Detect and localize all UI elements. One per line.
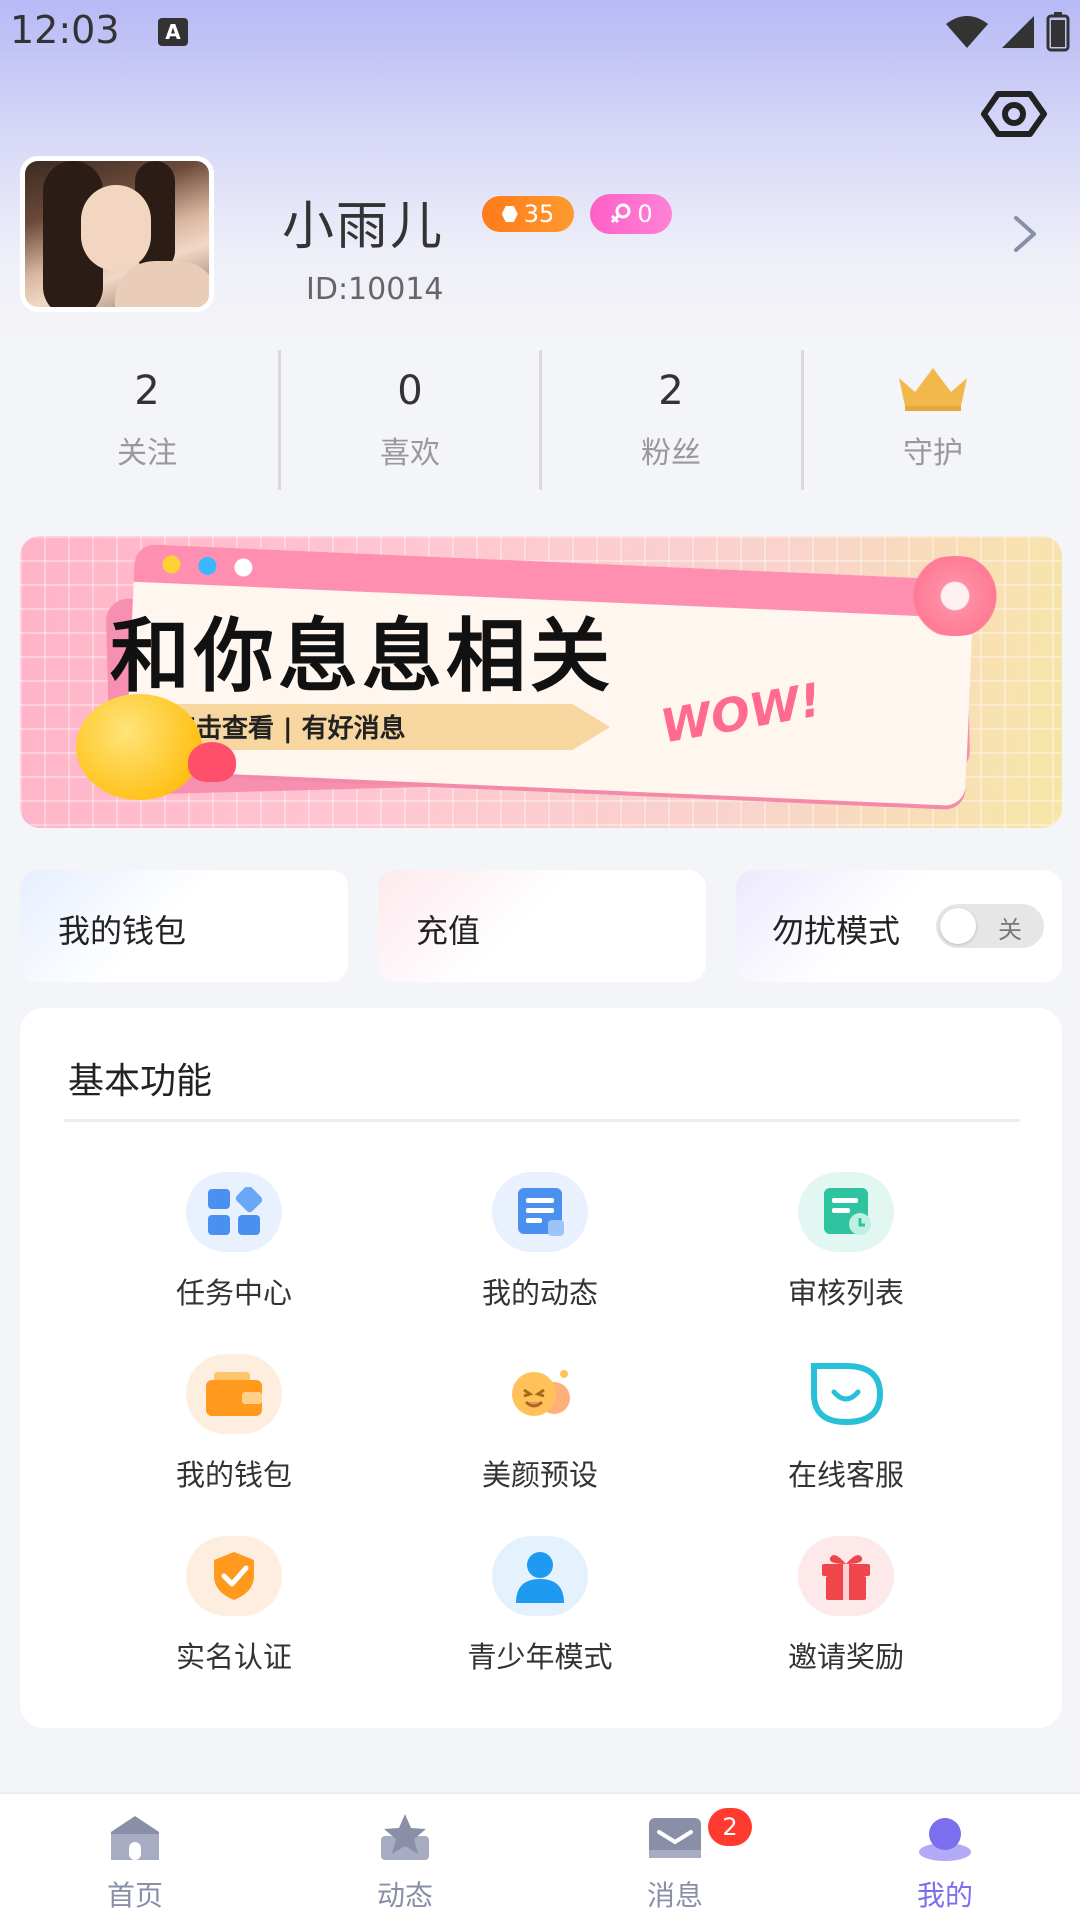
level-badge: 35 — [482, 196, 574, 232]
stat-likes[interactable]: 0 喜欢 — [279, 346, 541, 492]
tab-mine[interactable]: 我的 — [810, 1794, 1080, 1920]
toggle-state: 关 — [998, 916, 1022, 944]
person-icon — [492, 1536, 588, 1616]
stat-label: 粉丝 — [641, 436, 701, 471]
status-icons — [944, 12, 1070, 52]
tab-home[interactable]: 首页 — [0, 1794, 270, 1920]
basic-functions-card: 基本功能 任务中心 我的动态 审核列表 我的钱包 美颜预设 在线客服 实名认证 … — [20, 1008, 1062, 1728]
function-beauty-preset[interactable]: 美颜预设 — [430, 1354, 650, 1504]
divider — [801, 350, 804, 490]
dnd-label: 勿扰模式 — [772, 912, 901, 950]
eye-icon[interactable] — [980, 86, 1048, 142]
hexagon-icon — [501, 206, 518, 222]
dnd-toggle[interactable]: 关 — [936, 904, 1044, 948]
beauty-icon — [492, 1354, 588, 1434]
profile-icon — [913, 1812, 977, 1864]
function-my-posts[interactable]: 我的动态 — [430, 1172, 650, 1322]
gift-icon — [798, 1536, 894, 1616]
banner-subtitle: 点击查看 | 有好消息 — [170, 714, 406, 744]
stat-label: 守护 — [903, 436, 963, 471]
avatar[interactable] — [20, 156, 214, 312]
notification-a-icon: A — [158, 18, 188, 46]
home-icon — [103, 1812, 167, 1864]
function-label: 邀请奖励 — [787, 1640, 904, 1674]
battery-icon — [1046, 12, 1070, 52]
function-wallet[interactable]: 我的钱包 — [124, 1354, 344, 1504]
function-label: 任务中心 — [175, 1276, 292, 1310]
recharge-card[interactable]: 充值 — [378, 870, 706, 982]
function-real-name[interactable]: 实名认证 — [124, 1536, 344, 1686]
function-invite-reward[interactable]: 邀请奖励 — [736, 1536, 956, 1686]
stat-guard[interactable]: 守护 — [802, 346, 1064, 492]
gender-value: 0 — [637, 200, 653, 228]
stat-following[interactable]: 2 关注 — [16, 346, 278, 492]
promo-banner[interactable]: 和你息息相关 点击查看 | 有好消息 WOW! — [20, 536, 1062, 828]
banner-headline: 和你息息相关 — [110, 610, 614, 703]
function-label: 在线客服 — [787, 1458, 904, 1492]
star-icon — [373, 1812, 437, 1864]
stat-value: 0 — [397, 368, 423, 414]
function-teen-mode[interactable]: 青少年模式 — [430, 1536, 650, 1686]
bottom-tab-bar: 首页 动态 消息 我的 — [0, 1792, 1080, 1920]
function-label: 我的钱包 — [175, 1458, 292, 1492]
heart-icon — [188, 742, 236, 782]
stat-label: 关注 — [117, 436, 177, 471]
support-icon — [798, 1354, 894, 1434]
grid-icon — [186, 1172, 282, 1252]
document-icon — [492, 1172, 588, 1252]
divider — [278, 350, 281, 490]
divider — [64, 1119, 1020, 1122]
function-label: 审核列表 — [787, 1276, 904, 1310]
wifi-icon — [946, 16, 988, 48]
function-review-list[interactable]: 审核列表 — [736, 1172, 956, 1322]
kiss-emoji-icon — [76, 694, 202, 800]
level-value: 35 — [523, 200, 555, 228]
dnd-card: 勿扰模式 关 — [736, 870, 1062, 982]
shield-check-icon — [186, 1536, 282, 1616]
toggle-knob — [940, 908, 976, 944]
wallet-card[interactable]: 我的钱包 — [20, 870, 348, 982]
tab-label: 消息 — [646, 1879, 703, 1912]
function-label: 实名认证 — [175, 1640, 292, 1674]
function-label: 青少年模式 — [467, 1640, 613, 1674]
review-icon — [798, 1172, 894, 1252]
mail-icon — [643, 1812, 707, 1864]
tab-messages[interactable]: 消息 — [540, 1794, 810, 1920]
nickname: 小雨儿 — [282, 197, 445, 257]
function-label: 我的动态 — [481, 1276, 598, 1310]
message-count-badge: 2 — [708, 1808, 752, 1846]
tab-label: 动态 — [376, 1879, 433, 1912]
divider — [539, 350, 542, 490]
function-task-center[interactable]: 任务中心 — [124, 1172, 344, 1322]
section-title: 基本功能 — [68, 1061, 213, 1102]
tab-label: 我的 — [916, 1879, 973, 1912]
wallet-icon — [186, 1354, 282, 1434]
function-label: 美颜预设 — [481, 1458, 598, 1492]
stat-label: 喜欢 — [380, 436, 440, 471]
status-time: 12:03 — [10, 8, 120, 52]
crown-icon — [802, 366, 1064, 416]
gender-badge: 0 — [590, 194, 672, 234]
stat-value: 2 — [658, 368, 684, 414]
chevron-right-icon[interactable] — [1008, 212, 1042, 256]
wallet-card-label: 我的钱包 — [58, 912, 187, 950]
stat-fans[interactable]: 2 粉丝 — [540, 346, 802, 492]
user-id: ID:10014 — [306, 272, 444, 307]
tab-label: 首页 — [106, 1879, 163, 1912]
recharge-card-label: 充值 — [416, 912, 481, 950]
function-customer-service[interactable]: 在线客服 — [736, 1354, 956, 1504]
stat-value: 2 — [134, 368, 160, 414]
tab-moments[interactable]: 动态 — [270, 1794, 540, 1920]
female-icon — [611, 203, 631, 224]
status-bar: 12:03 A — [0, 0, 1080, 64]
signal-icon — [1002, 16, 1034, 48]
flower-icon — [900, 556, 1010, 636]
